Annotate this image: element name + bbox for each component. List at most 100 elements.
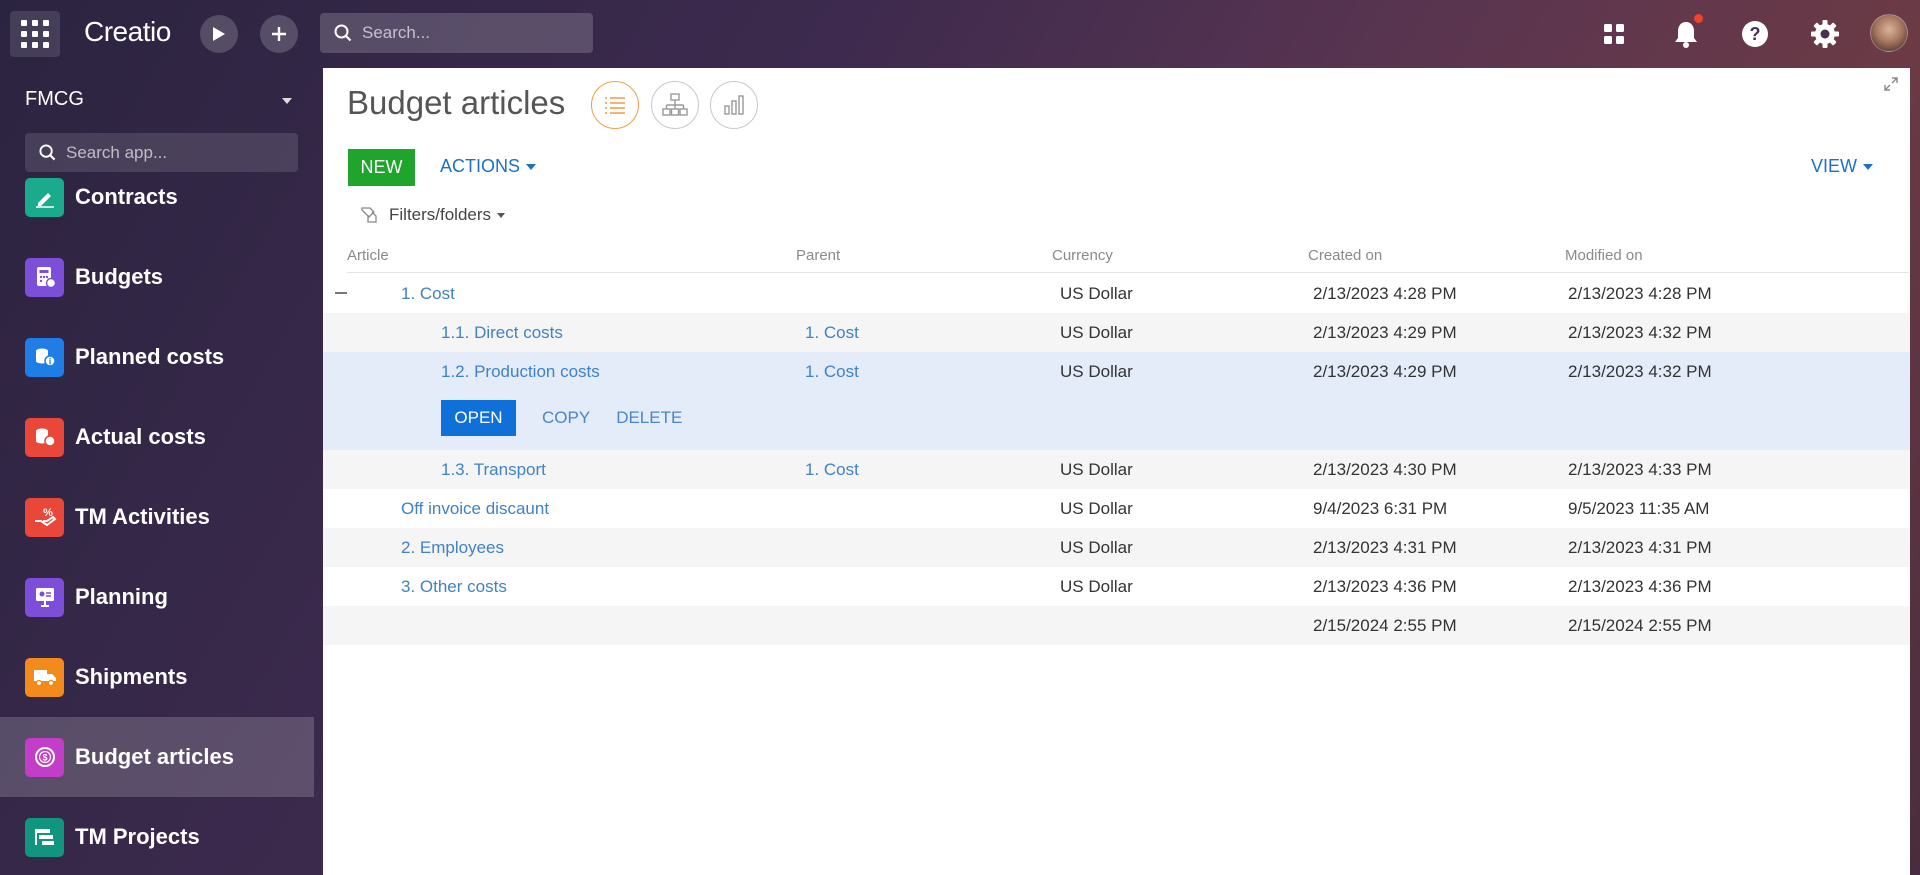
table-row[interactable]: 2/15/2024 2:55 PM 2/15/2024 2:55 PM [323,606,1910,645]
svg-text:i: i [48,357,51,367]
table-row[interactable]: 3. Other costs US Dollar 2/13/2023 4:36 … [323,567,1910,606]
plus-icon [272,27,286,41]
parent-link[interactable]: 1. Cost [805,460,859,480]
sidebar-item-contracts[interactable]: Contracts [0,157,314,237]
sidebar-item-tm-activities[interactable]: % TM Activities [0,477,314,557]
actions-dropdown[interactable]: ACTIONS [440,156,537,177]
hierarchy-view-button[interactable] [651,81,699,129]
article-link[interactable]: 1. Cost [401,284,455,304]
article-link[interactable]: 1.3. Transport [441,460,546,480]
table-row[interactable]: Off invoice discaunt US Dollar 9/4/2023 … [323,489,1910,528]
chevron-down-icon [1863,163,1874,170]
global-search[interactable] [320,13,593,53]
expand-icon[interactable] [1883,76,1899,92]
workspace-selector[interactable]: FMCG [25,88,84,111]
sidebar: FMCG Contracts Budgets i Planned costs A… [0,66,314,875]
dashboard-apps-icon[interactable] [1594,14,1634,54]
sidebar-item-planned-costs[interactable]: i Planned costs [0,317,314,397]
global-search-input[interactable] [362,23,562,43]
play-icon [213,27,225,41]
analytics-view-button[interactable] [710,81,758,129]
sidebar-item-label: TM Activities [75,504,210,529]
collapse-icon[interactable] [335,292,347,294]
table-row-selected[interactable]: 1.2. Production costs 1. Cost US Dollar … [323,352,1910,450]
sidebar-item-budgets[interactable]: Budgets [0,237,314,317]
table-row[interactable]: 2. Employees US Dollar 2/13/2023 4:31 PM… [323,528,1910,567]
column-header-modified-on[interactable]: Modified on [1565,247,1643,264]
sidebar-item-label: Actual costs [75,424,206,449]
new-button[interactable]: NEW [348,149,415,186]
currency-cell: US Dollar [1060,460,1133,479]
view-dropdown[interactable]: VIEW [1811,156,1874,177]
open-button[interactable]: OPEN [441,400,516,436]
help-icon[interactable]: ? [1735,14,1775,54]
truck-icon [25,657,64,697]
currency-cell: US Dollar [1060,538,1133,557]
article-link[interactable]: 1.2. Production costs [441,362,600,382]
column-header-created-on[interactable]: Created on [1308,247,1382,264]
actions-label: ACTIONS [440,156,521,176]
modified-cell: 2/13/2023 4:28 PM [1568,284,1712,303]
column-header-article[interactable]: Article [347,247,389,264]
sidebar-item-budget-articles[interactable]: $ Budget articles [0,717,314,797]
currency-cell: US Dollar [1060,362,1133,381]
sidebar-item-shipments[interactable]: Shipments [0,637,314,717]
article-link[interactable]: 3. Other costs [401,577,507,597]
table-row[interactable]: 1. Cost US Dollar 2/13/2023 4:28 PM 2/13… [323,274,1910,313]
column-header-parent[interactable]: Parent [796,247,840,264]
header-divider [347,272,1909,273]
created-cell: 2/13/2023 4:36 PM [1313,577,1457,596]
article-link[interactable]: 1.1. Direct costs [441,323,563,343]
contract-icon [25,177,64,217]
main-panel: Budget articles NEW ACTIONS VIEW Filters… [323,68,1910,875]
app-launcher-grid-icon[interactable] [10,11,60,57]
sidebar-item-label: Planned costs [75,344,225,369]
column-header-currency[interactable]: Currency [1052,247,1113,264]
sidebar-item-tm-projects[interactable]: TM Projects [0,797,314,875]
sidebar-item-label: Contracts [75,184,178,209]
article-link[interactable]: 2. Employees [401,538,504,558]
svg-text:%: % [43,507,53,519]
parent-link[interactable]: 1. Cost [805,362,859,382]
article-link[interactable]: Off invoice discaunt [401,499,549,519]
chevron-down-icon [526,163,537,170]
created-cell: 2/13/2023 4:29 PM [1313,323,1457,342]
list-icon [605,97,625,114]
sidebar-item-actual-costs[interactable]: Actual costs [0,397,314,477]
modified-cell: 2/15/2024 2:55 PM [1568,616,1712,635]
delete-button[interactable]: DELETE [616,408,682,428]
table-row[interactable]: 1.3. Transport 1. Cost US Dollar 2/13/20… [323,450,1910,489]
created-cell: 2/13/2023 4:31 PM [1313,538,1457,557]
svg-text:$: $ [42,753,47,763]
user-avatar[interactable] [1870,14,1908,52]
sidebar-item-label: Budgets [75,264,163,289]
settings-gear-icon[interactable] [1805,14,1845,54]
chevron-down-icon[interactable] [282,98,292,104]
parent-link[interactable]: 1. Cost [805,323,859,343]
hierarchy-icon [662,93,688,116]
add-button[interactable] [260,15,298,53]
filters-folders-dropdown[interactable]: Filters/folders [360,205,506,225]
view-label: VIEW [1811,156,1858,176]
search-icon [334,24,352,42]
modified-cell: 2/13/2023 4:36 PM [1568,577,1712,596]
filters-label: Filters/folders [389,205,492,224]
sidebar-item-label: Planning [75,584,168,609]
created-cell: 2/15/2024 2:55 PM [1313,616,1457,635]
row-actions: OPEN COPY DELETE [441,400,682,436]
chevron-down-icon [497,212,506,218]
sidebar-item-planning[interactable]: Planning [0,557,314,637]
created-cell: 2/13/2023 4:28 PM [1313,284,1457,303]
currency-cell: US Dollar [1060,323,1133,342]
currency-cell: US Dollar [1060,499,1133,518]
creatio-logo: Creatio [84,16,171,47]
planned-costs-icon: i [25,337,64,377]
copy-button[interactable]: COPY [542,408,590,428]
table-row[interactable]: 1.1. Direct costs 1. Cost US Dollar 2/13… [323,313,1910,352]
filter-tag-icon [361,207,377,223]
svg-text:?: ? [1750,24,1761,44]
run-process-button[interactable] [200,15,238,53]
currency-cell: US Dollar [1060,577,1133,596]
notification-badge [1694,14,1703,23]
list-view-button[interactable] [591,81,639,129]
